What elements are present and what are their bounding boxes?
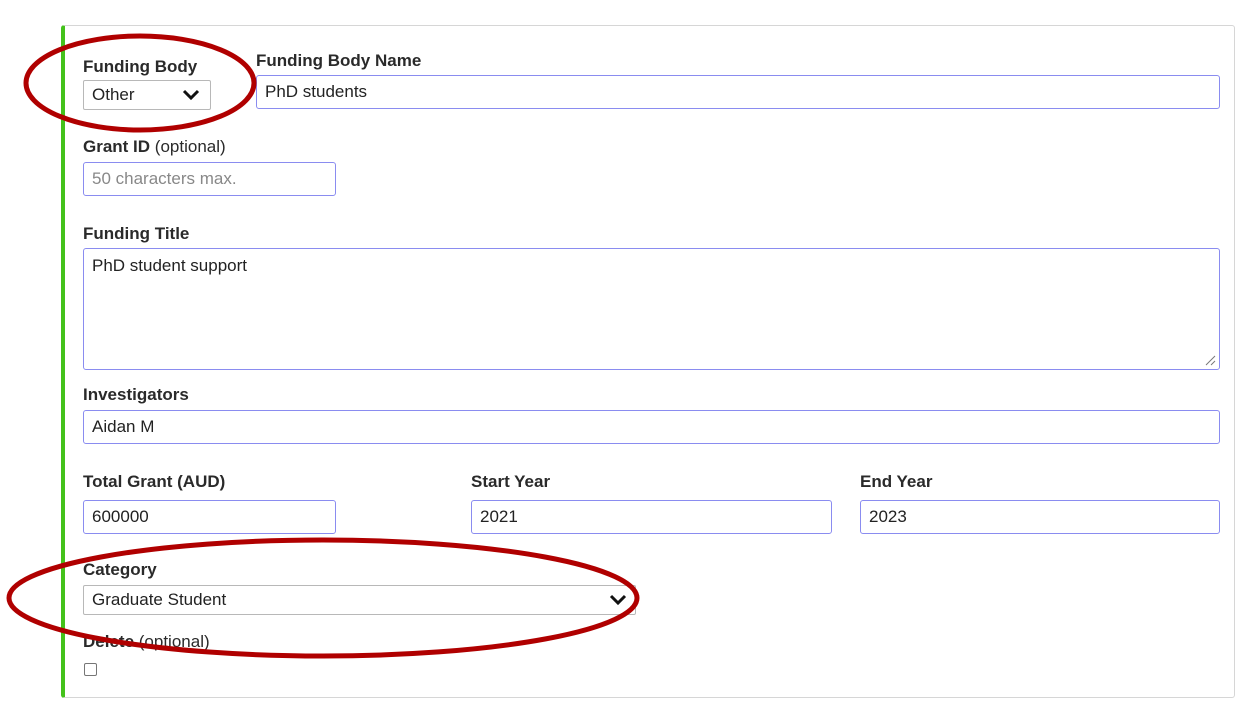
- funding-title-textarea[interactable]: PhD student support: [83, 248, 1220, 370]
- total-grant-input[interactable]: 600000: [83, 500, 336, 534]
- funding-body-selected: Other: [92, 85, 135, 104]
- end-year-input[interactable]: 2023: [860, 500, 1220, 534]
- funding-title-value: PhD student support: [92, 256, 247, 275]
- category-select[interactable]: Graduate Student: [83, 585, 636, 615]
- funding-title-label: Funding Title: [83, 224, 190, 243]
- category-selected: Graduate Student: [92, 590, 227, 609]
- start-year-label: Start Year: [471, 472, 551, 491]
- delete-optional-text: (optional): [138, 632, 210, 651]
- grant-id-label-text: Grant ID: [83, 137, 151, 156]
- investigators-input[interactable]: Aidan M: [83, 410, 1220, 444]
- total-grant-label: Total Grant (AUD): [83, 472, 226, 491]
- category-label: Category: [83, 560, 157, 579]
- chevron-down-icon: [609, 594, 627, 606]
- delete-label-text: Delete: [83, 632, 135, 651]
- funding-body-select[interactable]: Other: [83, 80, 211, 110]
- resize-grip-icon[interactable]: [1204, 354, 1216, 366]
- funding-body-name-input[interactable]: PhD students: [256, 75, 1220, 109]
- delete-label: Delete (optional): [83, 632, 210, 652]
- grant-id-label: Grant ID (optional): [83, 137, 226, 157]
- chevron-down-icon: [182, 89, 200, 101]
- delete-checkbox[interactable]: [84, 663, 97, 676]
- funding-body-name-label: Funding Body Name: [256, 51, 422, 70]
- funding-body-label: Funding Body: [83, 57, 198, 76]
- grant-id-input[interactable]: 50 characters max.: [83, 162, 336, 196]
- grant-id-optional-text: (optional): [154, 137, 226, 156]
- start-year-input[interactable]: 2021: [471, 500, 832, 534]
- end-year-label: End Year: [860, 472, 933, 491]
- investigators-label: Investigators: [83, 385, 189, 404]
